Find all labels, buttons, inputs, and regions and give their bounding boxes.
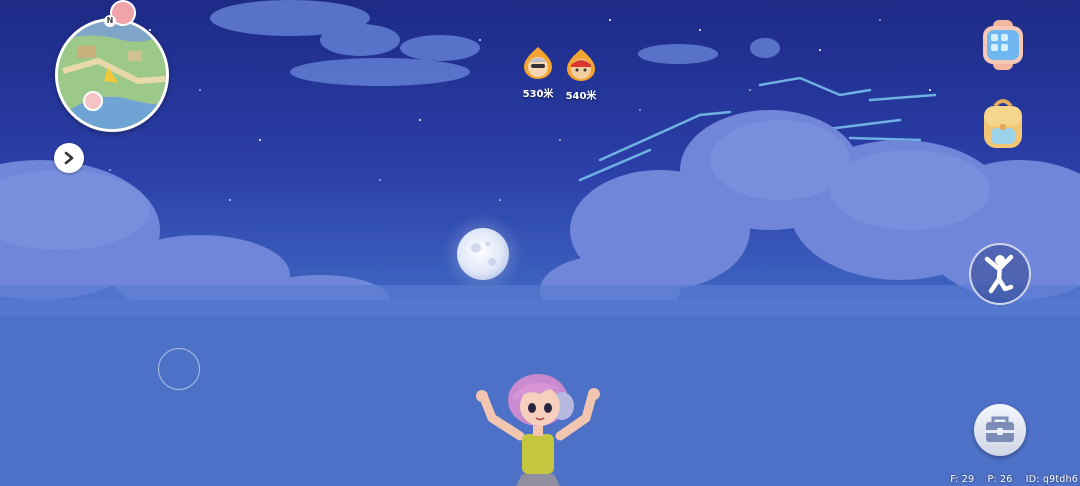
player-character (476, 374, 600, 486)
minimap[interactable] (55, 18, 169, 132)
player-marker-distance: 540米 (565, 91, 597, 102)
status-f: F: 29 (950, 474, 975, 485)
player-marker[interactable]: 540米 (551, 48, 611, 102)
player-marker-pin-icon (567, 49, 595, 81)
toolbox-icon (986, 416, 1014, 442)
toolbox-button[interactable] (974, 404, 1026, 456)
smartwatch-icon (983, 20, 1023, 70)
dance-pose-icon (984, 254, 1014, 294)
movement-joystick[interactable] (158, 348, 200, 390)
expand-button[interactable] (54, 143, 84, 173)
emote-button[interactable] (969, 243, 1031, 305)
backpack-icon (984, 99, 1022, 148)
status-p: P: 26 (987, 474, 1013, 485)
watch-button[interactable] (980, 20, 1026, 70)
backpack-button[interactable] (978, 98, 1028, 150)
player-marker-pin-icon (524, 47, 552, 79)
chevron-right-icon (64, 151, 74, 165)
debug-status-bar: F: 29 P: 26 ID: q9tdh6 (940, 474, 1078, 485)
north-indicator: N (104, 15, 116, 27)
status-id: ID: q9tdh6 (1025, 474, 1078, 485)
